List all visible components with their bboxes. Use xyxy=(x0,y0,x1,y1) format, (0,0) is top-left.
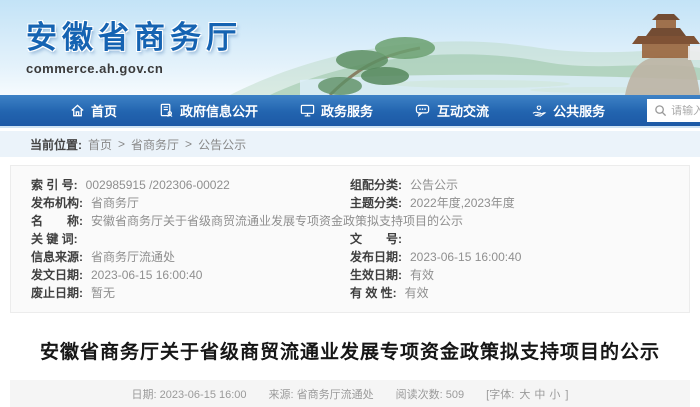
monitor-icon xyxy=(300,103,315,118)
search-input[interactable] xyxy=(671,105,700,117)
nav-item-label: 首页 xyxy=(91,101,117,120)
field-label: 生效日期: xyxy=(350,266,402,284)
field-label: 关 键 词: xyxy=(31,230,78,248)
article-date: 日期: 2023-06-15 16:00 xyxy=(132,386,247,402)
article-views-count: 509 xyxy=(446,389,464,401)
field-info-source: 信息来源: 省商务厅流通处 xyxy=(31,248,350,266)
site-title: 安徽省商务厅 xyxy=(26,12,242,57)
field-label: 名 称: xyxy=(31,212,83,230)
field-value: 有效 xyxy=(405,284,429,302)
article-views: 阅读次数: 509 xyxy=(396,386,464,402)
field-publish-date: 发布日期: 2023-06-15 16:00:40 xyxy=(350,248,669,266)
article-source-value: 省商务厅流通处 xyxy=(297,389,374,401)
article-title: 安徽省商务厅关于省级商贸流通业发展专项资金政策拟支持项目的公示 xyxy=(40,337,660,364)
breadcrumb: 当前位置: 首页 > 省商务厅 > 公告公示 xyxy=(0,131,700,157)
site-brand: 安徽省商务厅 commerce.ah.gov.cn xyxy=(26,12,242,76)
document-icon xyxy=(159,103,174,118)
nav-item-public-services[interactable]: 公共服务 xyxy=(531,101,605,120)
nav-item-label: 政务服务 xyxy=(321,101,373,120)
field-keywords: 关 键 词: xyxy=(31,230,350,248)
field-value: 公告公示 xyxy=(410,176,458,194)
breadcrumb-link-announcements[interactable]: 公告公示 xyxy=(198,136,246,153)
main-navbar: 首页 政府信息公开 政务服务 互动交流 公共服务 搜索 xyxy=(0,95,700,128)
article-source-label: 来源: xyxy=(269,389,297,401)
field-validity: 有 效 性: 有效 xyxy=(350,284,669,302)
field-value: 2023-06-15 16:00:40 xyxy=(410,248,521,266)
nav-item-home[interactable]: 首页 xyxy=(70,101,117,120)
search-icon xyxy=(654,104,667,117)
article-date-value: 2023-06-15 16:00 xyxy=(160,389,247,401)
field-value: 安徽省商务厅关于省级商贸流通业发展专项资金政策拟支持项目的公示 xyxy=(91,212,463,230)
field-label: 文 号: xyxy=(350,230,402,248)
field-label: 索 引 号: xyxy=(31,176,78,194)
font-size-selector: [字体: 大中小 ] xyxy=(486,386,568,402)
font-size-medium-button[interactable]: 中 xyxy=(534,389,545,401)
field-value: 暂无 xyxy=(91,284,115,302)
breadcrumb-prefix: 当前位置: xyxy=(30,136,82,153)
field-value: 省商务厅流通处 xyxy=(91,248,175,266)
field-document-number: 文 号: xyxy=(350,230,669,248)
field-effective-date: 生效日期: 有效 xyxy=(350,266,669,284)
field-index-number: 索 引 号: 002985915 /202306-00022 xyxy=(31,176,350,194)
font-size-large-button[interactable]: 大 xyxy=(519,389,530,401)
field-issuing-agency: 发布机构: 省商务厅 xyxy=(31,194,350,212)
nav-item-interaction[interactable]: 互动交流 xyxy=(415,101,489,120)
article-source: 来源: 省商务厅流通处 xyxy=(269,386,374,402)
site-header: 安徽省商务厅 commerce.ah.gov.cn xyxy=(0,0,700,95)
nav-item-label: 公共服务 xyxy=(553,101,605,120)
field-topic-category: 主题分类: 2022年度,2023年度 xyxy=(350,194,669,212)
search-area: 搜索 xyxy=(647,99,700,122)
field-label: 发布日期: xyxy=(350,248,402,266)
field-label: 信息来源: xyxy=(31,248,83,266)
field-issue-date: 发文日期: 2023-06-15 16:00:40 xyxy=(31,266,350,284)
field-label: 发布机构: xyxy=(31,194,83,212)
font-size-prefix: [字体: xyxy=(486,389,517,401)
site-url: commerce.ah.gov.cn xyxy=(26,61,242,76)
field-value: 省商务厅 xyxy=(91,194,139,212)
field-category: 组配分类: 公告公示 xyxy=(350,176,669,194)
field-document-name: 名 称: 安徽省商务厅关于省级商贸流通业发展专项资金政策拟支持项目的公示 xyxy=(31,212,669,230)
document-metadata-panel: 索 引 号: 002985915 /202306-00022 组配分类: 公告公… xyxy=(10,165,690,313)
article-views-label: 阅读次数: xyxy=(396,389,446,401)
font-size-suffix: ] xyxy=(562,389,568,401)
field-expiry-date: 废止日期: 暂无 xyxy=(31,284,350,302)
field-value: 2023-06-15 16:00:40 xyxy=(91,266,202,284)
field-label: 有 效 性: xyxy=(350,284,397,302)
hand-heart-icon xyxy=(531,103,547,118)
field-value: 002985915 /202306-00022 xyxy=(86,176,230,194)
field-label: 废止日期: xyxy=(31,284,83,302)
home-icon xyxy=(70,103,85,118)
field-value: 有效 xyxy=(410,266,434,284)
font-size-small-button[interactable]: 小 xyxy=(549,389,560,401)
breadcrumb-separator: > xyxy=(118,137,125,151)
search-box xyxy=(647,99,700,122)
nav-item-gov-services[interactable]: 政务服务 xyxy=(300,101,373,120)
nav-item-label: 政府信息公开 xyxy=(180,101,258,120)
field-label: 主题分类: xyxy=(350,194,402,212)
article-date-label: 日期: xyxy=(132,389,160,401)
article-meta-bar: 日期: 2023-06-15 16:00 来源: 省商务厅流通处 阅读次数: 5… xyxy=(10,380,690,407)
nav-item-label: 互动交流 xyxy=(437,101,489,120)
breadcrumb-separator: > xyxy=(185,137,192,151)
field-label: 发文日期: xyxy=(31,266,83,284)
breadcrumb-link-home[interactable]: 首页 xyxy=(88,136,112,153)
field-label: 组配分类: xyxy=(350,176,402,194)
breadcrumb-link-department[interactable]: 省商务厅 xyxy=(131,136,179,153)
field-value: 2022年度,2023年度 xyxy=(410,194,515,212)
chat-icon xyxy=(415,103,431,118)
nav-item-gov-info[interactable]: 政府信息公开 xyxy=(159,101,258,120)
